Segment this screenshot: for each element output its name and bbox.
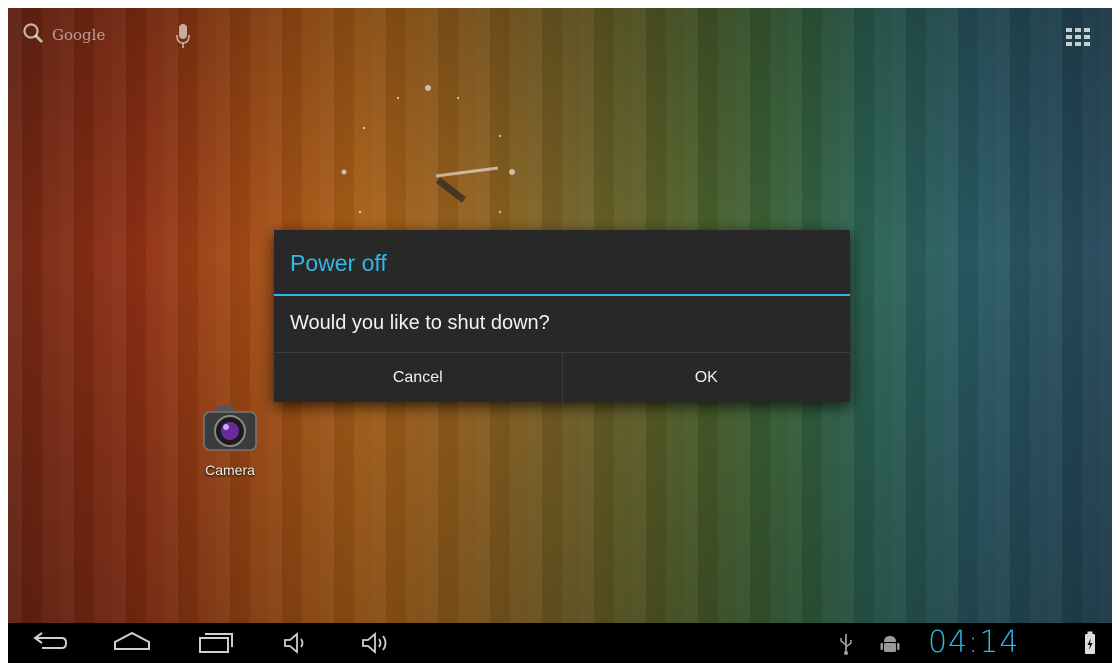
microphone-icon[interactable] [176,22,190,54]
battery-charging-icon [1084,631,1096,659]
camera-icon [198,406,262,458]
google-label: Google [52,26,106,44]
analog-clock-widget[interactable] [340,84,530,224]
google-search-bar[interactable]: Google [22,22,105,48]
home-icon[interactable] [112,629,152,661]
tablet-screen: Google Camera Power off Would you like t… [8,8,1112,663]
search-icon [22,22,44,48]
usb-icon [838,633,854,659]
volume-up-icon[interactable] [360,629,396,661]
power-off-dialog: Power off Would you like to shut down? C… [274,230,850,403]
volume-down-icon[interactable] [282,629,312,661]
dialog-title-divider [274,294,850,296]
recent-apps-icon[interactable] [196,629,236,661]
dialog-button-row: Cancel OK [274,352,850,403]
cancel-button[interactable]: Cancel [274,353,562,403]
status-clock[interactable]: 04:14 [928,625,1019,660]
dialog-title: Power off [290,250,387,276]
back-icon[interactable] [32,629,70,661]
device-frame: Google Camera Power off Would you like t… [0,0,1120,671]
debug-android-icon [880,633,900,659]
system-bar: 04:14 [8,623,1112,663]
all-apps-icon[interactable] [1066,28,1090,46]
ok-button[interactable]: OK [561,353,851,403]
camera-app-shortcut[interactable]: Camera [194,402,266,478]
camera-label: Camera [205,462,255,478]
dialog-message: Would you like to shut down? [290,312,550,334]
